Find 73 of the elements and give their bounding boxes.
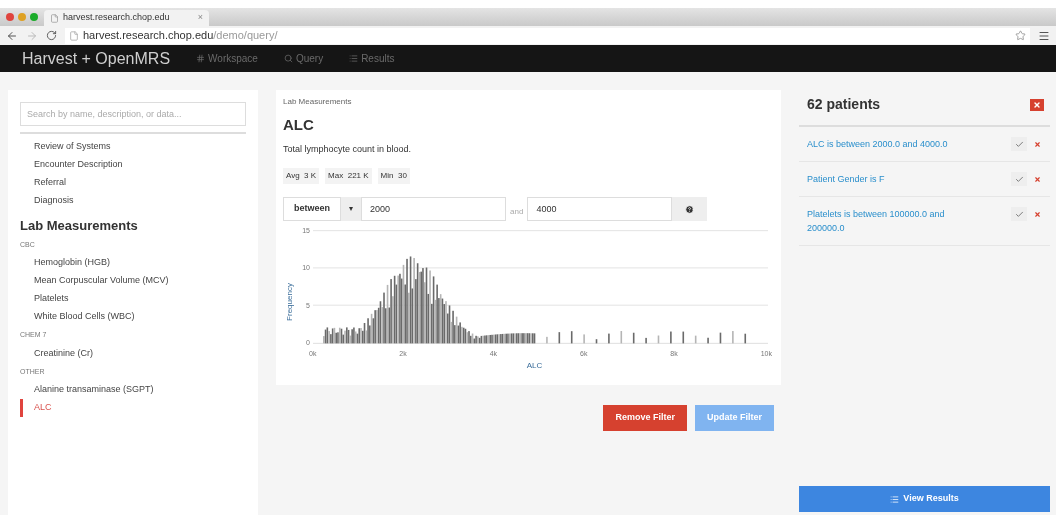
max-value-field[interactable]: 4000	[527, 197, 673, 221]
brand-name[interactable]: Harvest + OpenMRS	[22, 46, 171, 71]
clear-button[interactable]	[1030, 98, 1044, 111]
axis-label: ALC	[526, 359, 543, 372]
hash-icon	[196, 54, 206, 63]
histogram-bar	[558, 332, 561, 344]
sidebar-item[interactable]: Encounter Description	[20, 156, 246, 174]
check-icon	[1014, 174, 1024, 184]
list-icon	[349, 54, 359, 63]
close-window-icon[interactable]	[6, 13, 14, 21]
address-bar[interactable]: harvest.research.chop.edu/demo/query/	[65, 27, 1030, 44]
stat-badge: Avg 3 K	[283, 168, 320, 184]
help-icon	[685, 204, 695, 214]
tab-title: harvest.research.chop.edu	[63, 11, 171, 25]
sidebar-item[interactable]: Review of Systems	[20, 138, 246, 156]
url-text: harvest.research.chop.edu/demo/query/	[83, 28, 278, 44]
search-icon	[283, 54, 293, 63]
sidebar-item[interactable]: Referral	[20, 174, 246, 192]
sidebar-item[interactable]: Diagnosis	[20, 192, 246, 210]
histogram-bar	[744, 333, 747, 344]
check-icon	[1014, 209, 1024, 219]
filter-link[interactable]: Patient Gender is F	[807, 172, 957, 186]
list-icon	[890, 494, 900, 504]
toggle-filter-button[interactable]	[1011, 137, 1027, 151]
filter-link[interactable]: Platelets is between 100000.0 and 200000.0	[807, 207, 957, 235]
histogram-bar	[682, 331, 685, 344]
histogram-bar	[595, 339, 598, 344]
stat-badge: Max 221 K	[325, 168, 372, 184]
histogram-bar	[719, 332, 722, 344]
nav-link[interactable]: Workspace	[196, 51, 258, 66]
bookmark-star-icon[interactable]	[1015, 30, 1026, 41]
close-icon	[1033, 175, 1041, 183]
sidebar-item[interactable]: White Blood Cells (WBC)	[20, 308, 246, 326]
concept-description: Total lymphocyte count in blood.	[283, 142, 413, 156]
concept-title: ALC	[283, 115, 315, 135]
breadcrumb: Lab Measurements	[283, 96, 353, 108]
reload-icon[interactable]	[46, 30, 57, 41]
sidebar-item[interactable]: ALC	[20, 399, 246, 417]
axis-label: Frequency	[284, 283, 295, 321]
toggle-filter-button[interactable]	[1011, 172, 1027, 186]
view-results-button[interactable]: View Results	[799, 486, 1050, 512]
group-heading: Lab Measurements	[20, 217, 139, 235]
patient-count: 62 patients	[807, 95, 881, 114]
stat-badge: Min 30	[377, 168, 410, 184]
histogram-bar	[657, 335, 660, 344]
min-value-field[interactable]: 2000	[361, 197, 506, 221]
filter-link[interactable]: ALC is between 2000.0 and 4000.0	[807, 137, 957, 151]
menu-icon[interactable]	[1038, 29, 1050, 42]
and-label: and	[509, 206, 525, 218]
sidebar-item[interactable]: Alanine transaminase (SGPT)	[20, 381, 246, 399]
histogram-bar	[632, 332, 635, 344]
toggle-filter-button[interactable]	[1011, 207, 1027, 221]
maximize-window-icon[interactable]	[30, 13, 38, 21]
histogram-bar	[694, 335, 697, 344]
remove-filter-button[interactable]: Remove Filter	[603, 405, 687, 431]
sidebar-item[interactable]: Hemoglobin (HGB)	[20, 254, 246, 272]
check-icon	[1014, 139, 1024, 149]
page-icon	[50, 13, 59, 23]
close-icon	[1033, 100, 1041, 109]
operator-select[interactable]: between	[283, 197, 341, 221]
operator-dropdown[interactable]: ▾	[341, 197, 361, 221]
help-button[interactable]	[672, 197, 708, 221]
search-field[interactable]: Search by name, description, or data...	[20, 102, 246, 126]
back-icon[interactable]	[6, 29, 18, 42]
sidebar-item[interactable]: Platelets	[20, 290, 246, 308]
histogram-bar	[570, 331, 573, 344]
sidebar-item[interactable]: Creatinine (Cr)	[20, 344, 246, 363]
page-icon	[69, 30, 79, 41]
close-icon	[1033, 210, 1041, 218]
browser-tab[interactable]: harvest.research.chop.edu ×	[44, 10, 209, 26]
close-icon	[1033, 140, 1041, 148]
histogram-bar	[620, 331, 623, 344]
sidebar-item[interactable]: Mean Corpuscular Volume (MCV)	[20, 272, 246, 290]
